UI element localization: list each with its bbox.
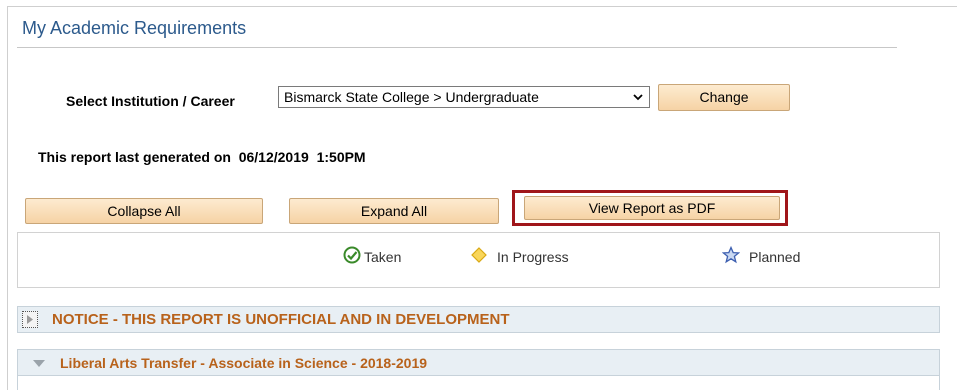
collapse-all-button[interactable]: Collapse All [25,198,263,224]
report-generated-time: 1:50PM [316,149,366,165]
report-generated-date: 06/12/2019 [238,149,309,165]
section-notice-title: NOTICE - THIS REPORT IS UNOFFICIAL AND I… [52,311,510,328]
window-left-border [0,6,8,390]
expand-arrow-icon[interactable] [22,311,38,328]
window-top-border [8,6,957,7]
check-circle-icon [343,246,361,264]
page-title: My Academic Requirements [22,18,247,38]
star-icon [722,246,740,264]
collapse-arrow-icon[interactable] [32,359,46,369]
change-button[interactable]: Change [658,84,790,111]
title-divider [17,47,897,48]
report-generated-text: This report last generated on 06/12/2019… [38,149,366,165]
section-liberal-arts-header[interactable]: Liberal Arts Transfer - Associate in Sci… [17,349,940,376]
report-generated-label: This report last generated on [38,149,231,165]
section-notice-header[interactable]: NOTICE - THIS REPORT IS UNOFFICIAL AND I… [17,306,940,333]
legend-taken-label: Taken [364,249,402,265]
section-liberal-arts-title: Liberal Arts Transfer - Associate in Sci… [60,355,428,371]
chevron-down-icon [633,94,643,101]
legend-in-progress-label: In Progress [497,249,569,265]
expand-all-button[interactable]: Expand All [289,198,499,224]
legend-planned-label: Planned [749,249,801,265]
institution-career-select[interactable]: Bismarck State College > Undergraduate [278,86,650,108]
institution-career-label: Select Institution / Career [66,93,235,109]
diamond-icon [471,247,487,263]
section-liberal-arts-body [17,376,940,390]
select-value: Bismarck State College > Undergraduate [284,89,539,105]
view-report-pdf-button[interactable]: View Report as PDF [524,196,780,220]
